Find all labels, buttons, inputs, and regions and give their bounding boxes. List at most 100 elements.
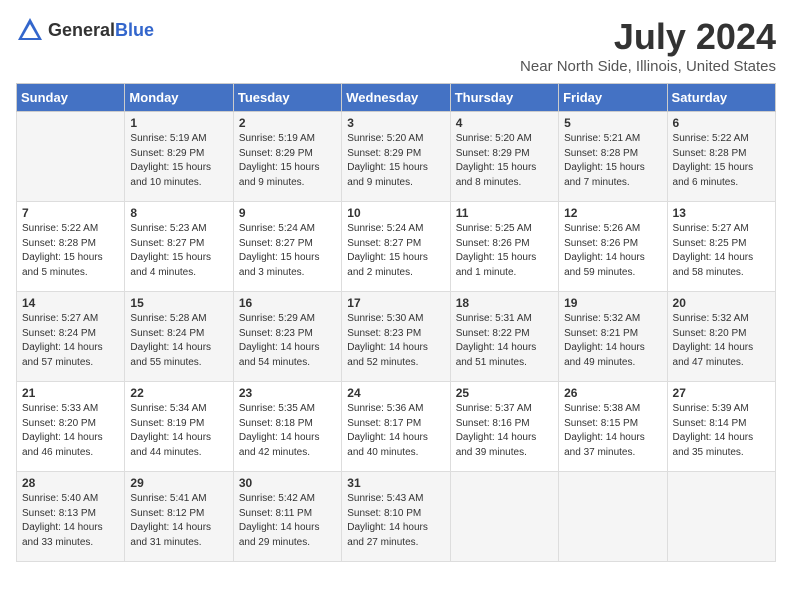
calendar-cell: 18Sunrise: 5:31 AM Sunset: 8:22 PM Dayli… <box>450 292 558 382</box>
cell-info: Sunrise: 5:39 AM Sunset: 8:14 PM Dayligh… <box>673 402 770 460</box>
calendar-cell: 12 Sunrise: 5:26 AM Sunset: 8:26 PM Dayli… <box>559 202 667 292</box>
cell-info: Sunrise: 5:23 AM Sunset: 8:27 PM Dayligh… <box>130 222 227 280</box>
calendar-cell: 11 Sunrise: 5:25 AM Sunset: 8:26 PM Dayli… <box>450 202 558 292</box>
day-number: 8 <box>130 206 227 220</box>
cell-info: Sunrise: 5:29 AM Sunset: 8:23 PM Dayligh… <box>239 312 336 370</box>
calendar-cell: 31Sunrise: 5:43 AM Sunset: 8:10 PM Dayli… <box>342 472 450 562</box>
day-number: 13 <box>673 206 770 220</box>
cell-info: Sunrise: 5:33 AM Sunset: 8:20 PM Dayligh… <box>22 402 119 460</box>
day-number: 1 <box>130 116 227 130</box>
cell-info: Sunrise: 5:20 AM Sunset: 8:29 PM Dayligh… <box>347 132 444 190</box>
day-number: 28 <box>22 476 119 490</box>
calendar-cell: 30 Sunrise: 5:42 AM Sunset: 8:11 PM Dayli… <box>233 472 341 562</box>
day-number: 24 <box>347 386 444 400</box>
day-header-thursday: Thursday <box>450 84 558 112</box>
calendar-week-row: 28 Sunrise: 5:40 AM Sunset: 8:13 PM Dayli… <box>17 472 776 562</box>
cell-info: Sunrise: 5:38 AM Sunset: 8:15 PM Dayligh… <box>564 402 661 460</box>
day-number: 9 <box>239 206 336 220</box>
day-number: 31 <box>347 476 444 490</box>
logo-blue: Blue <box>115 20 154 40</box>
cell-info: Sunrise: 5:36 AM Sunset: 8:17 PM Dayligh… <box>347 402 444 460</box>
calendar-cell: 9 Sunrise: 5:24 AM Sunset: 8:27 PM Daylig… <box>233 202 341 292</box>
calendar-cell: 27 Sunrise: 5:39 AM Sunset: 8:14 PM Dayli… <box>667 382 775 472</box>
cell-info: Sunrise: 5:26 AM Sunset: 8:26 PM Dayligh… <box>564 222 661 280</box>
calendar-cell: 13 Sunrise: 5:27 AM Sunset: 8:25 PM Dayli… <box>667 202 775 292</box>
calendar-cell: 24 Sunrise: 5:36 AM Sunset: 8:17 PM Dayli… <box>342 382 450 472</box>
calendar-week-row: 14Sunrise: 5:27 AM Sunset: 8:24 PM Dayli… <box>17 292 776 382</box>
day-header-saturday: Saturday <box>667 84 775 112</box>
day-number: 11 <box>456 206 553 220</box>
day-number: 5 <box>564 116 661 130</box>
cell-info: Sunrise: 5:40 AM Sunset: 8:13 PM Dayligh… <box>22 492 119 550</box>
calendar-cell: 23 Sunrise: 5:35 AM Sunset: 8:18 PM Dayli… <box>233 382 341 472</box>
day-header-wednesday: Wednesday <box>342 84 450 112</box>
calendar-week-row: 21 Sunrise: 5:33 AM Sunset: 8:20 PM Dayli… <box>17 382 776 472</box>
calendar-cell: 10Sunrise: 5:24 AM Sunset: 8:27 PM Dayli… <box>342 202 450 292</box>
calendar-cell: 16Sunrise: 5:29 AM Sunset: 8:23 PM Dayli… <box>233 292 341 382</box>
calendar-cell: 3 Sunrise: 5:20 AM Sunset: 8:29 PM Daylig… <box>342 112 450 202</box>
logo-general: General <box>48 20 115 40</box>
cell-info: Sunrise: 5:28 AM Sunset: 8:24 PM Dayligh… <box>130 312 227 370</box>
day-number: 4 <box>456 116 553 130</box>
day-number: 29 <box>130 476 227 490</box>
cell-info: Sunrise: 5:24 AM Sunset: 8:27 PM Dayligh… <box>239 222 336 280</box>
title-section: July 2024 Near North Side, Illinois, Uni… <box>520 16 776 75</box>
calendar-cell: 29 Sunrise: 5:41 AM Sunset: 8:12 PM Dayli… <box>125 472 233 562</box>
cell-info: Sunrise: 5:25 AM Sunset: 8:26 PM Dayligh… <box>456 222 553 280</box>
calendar-week-row: 7Sunrise: 5:22 AM Sunset: 8:28 PM Daylig… <box>17 202 776 292</box>
cell-info: Sunrise: 5:20 AM Sunset: 8:29 PM Dayligh… <box>456 132 553 190</box>
calendar-cell: 28 Sunrise: 5:40 AM Sunset: 8:13 PM Dayli… <box>17 472 125 562</box>
calendar-body: 1 Sunrise: 5:19 AM Sunset: 8:29 PM Daylig… <box>17 112 776 562</box>
calendar-cell: 15 Sunrise: 5:28 AM Sunset: 8:24 PM Dayli… <box>125 292 233 382</box>
logo-text: GeneralBlue <box>48 20 154 41</box>
calendar-cell: 6 Sunrise: 5:22 AM Sunset: 8:28 PM Daylig… <box>667 112 775 202</box>
cell-info: Sunrise: 5:21 AM Sunset: 8:28 PM Dayligh… <box>564 132 661 190</box>
calendar-cell: 2 Sunrise: 5:19 AM Sunset: 8:29 PM Daylig… <box>233 112 341 202</box>
logo: GeneralBlue <box>16 16 154 44</box>
day-number: 18 <box>456 296 553 310</box>
calendar-cell: 26 Sunrise: 5:38 AM Sunset: 8:15 PM Dayli… <box>559 382 667 472</box>
day-number: 2 <box>239 116 336 130</box>
cell-info: Sunrise: 5:19 AM Sunset: 8:29 PM Dayligh… <box>239 132 336 190</box>
day-number: 27 <box>673 386 770 400</box>
day-number: 30 <box>239 476 336 490</box>
day-number: 6 <box>673 116 770 130</box>
calendar-cell <box>450 472 558 562</box>
day-number: 15 <box>130 296 227 310</box>
day-number: 23 <box>239 386 336 400</box>
cell-info: Sunrise: 5:32 AM Sunset: 8:21 PM Dayligh… <box>564 312 661 370</box>
cell-info: Sunrise: 5:37 AM Sunset: 8:16 PM Dayligh… <box>456 402 553 460</box>
calendar-cell <box>17 112 125 202</box>
logo-icon <box>16 16 44 44</box>
day-number: 10 <box>347 206 444 220</box>
day-number: 19 <box>564 296 661 310</box>
day-number: 12 <box>564 206 661 220</box>
calendar-cell <box>559 472 667 562</box>
day-number: 21 <box>22 386 119 400</box>
calendar-cell: 4 Sunrise: 5:20 AM Sunset: 8:29 PM Daylig… <box>450 112 558 202</box>
calendar-cell: 14Sunrise: 5:27 AM Sunset: 8:24 PM Dayli… <box>17 292 125 382</box>
calendar-week-row: 1 Sunrise: 5:19 AM Sunset: 8:29 PM Daylig… <box>17 112 776 202</box>
day-number: 22 <box>130 386 227 400</box>
calendar-cell: 5 Sunrise: 5:21 AM Sunset: 8:28 PM Daylig… <box>559 112 667 202</box>
cell-info: Sunrise: 5:22 AM Sunset: 8:28 PM Dayligh… <box>673 132 770 190</box>
day-number: 20 <box>673 296 770 310</box>
cell-info: Sunrise: 5:19 AM Sunset: 8:29 PM Dayligh… <box>130 132 227 190</box>
day-number: 14 <box>22 296 119 310</box>
calendar-cell: 17Sunrise: 5:30 AM Sunset: 8:23 PM Dayli… <box>342 292 450 382</box>
day-number: 26 <box>564 386 661 400</box>
day-number: 7 <box>22 206 119 220</box>
page-header: GeneralBlue July 2024 Near North Side, I… <box>16 16 776 75</box>
cell-info: Sunrise: 5:34 AM Sunset: 8:19 PM Dayligh… <box>130 402 227 460</box>
cell-info: Sunrise: 5:42 AM Sunset: 8:11 PM Dayligh… <box>239 492 336 550</box>
cell-info: Sunrise: 5:41 AM Sunset: 8:12 PM Dayligh… <box>130 492 227 550</box>
day-number: 3 <box>347 116 444 130</box>
cell-info: Sunrise: 5:35 AM Sunset: 8:18 PM Dayligh… <box>239 402 336 460</box>
day-header-monday: Monday <box>125 84 233 112</box>
cell-info: Sunrise: 5:32 AM Sunset: 8:20 PM Dayligh… <box>673 312 770 370</box>
calendar-cell <box>667 472 775 562</box>
day-header-sunday: Sunday <box>17 84 125 112</box>
calendar-cell: 20 Sunrise: 5:32 AM Sunset: 8:20 PM Dayli… <box>667 292 775 382</box>
cell-info: Sunrise: 5:27 AM Sunset: 8:25 PM Dayligh… <box>673 222 770 280</box>
day-header-tuesday: Tuesday <box>233 84 341 112</box>
